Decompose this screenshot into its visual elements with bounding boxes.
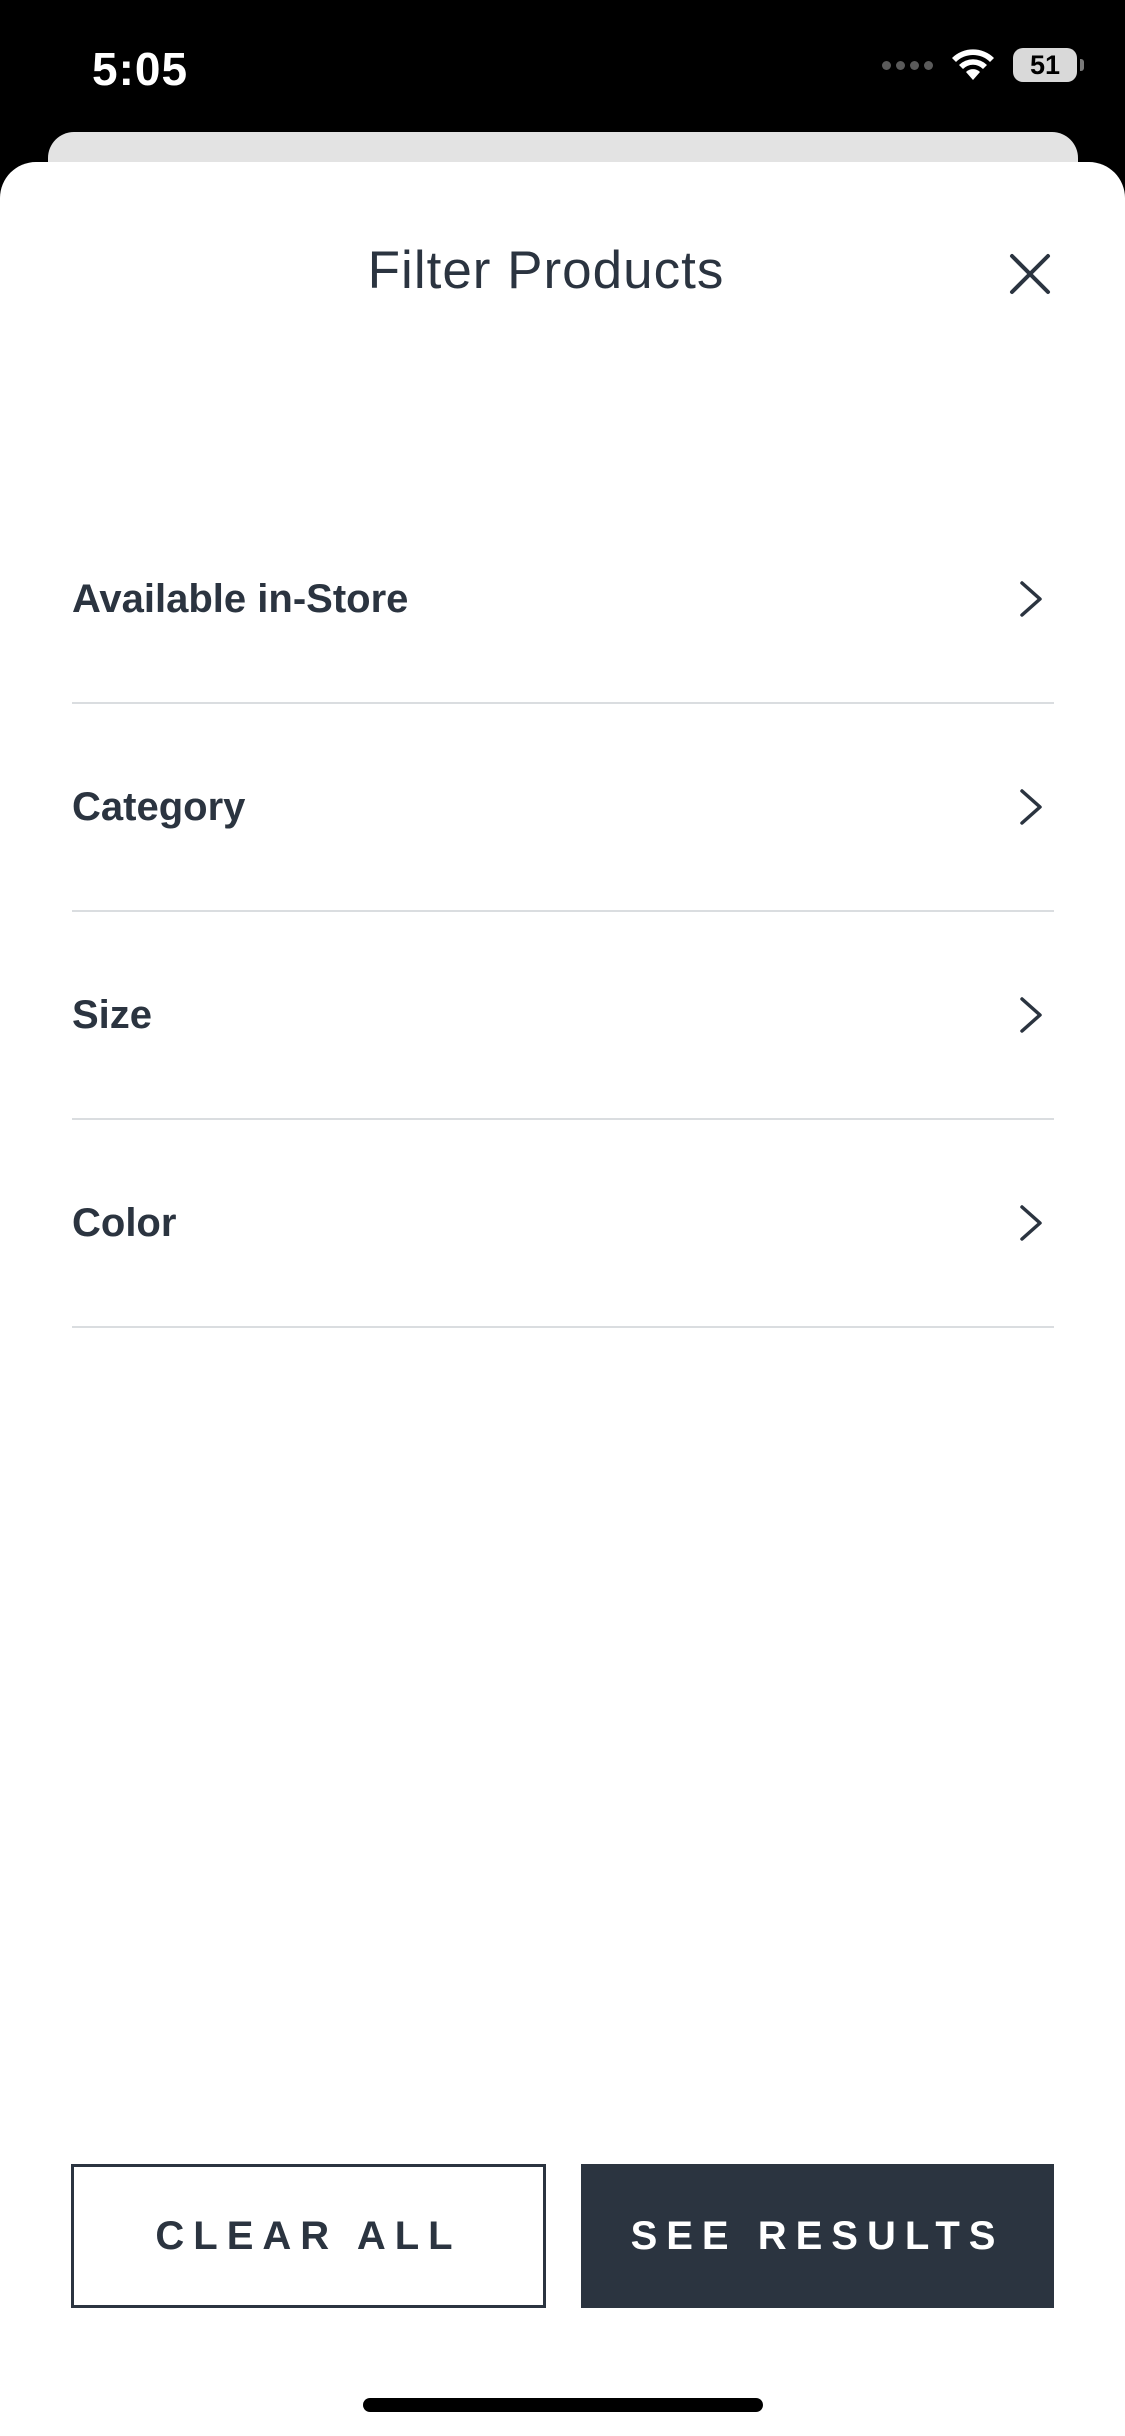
filter-label: Color xyxy=(72,1200,177,1245)
status-bar: 5:05 51 xyxy=(0,0,1125,130)
filter-row-available-in-store[interactable]: Available in-Store xyxy=(72,496,1054,704)
battery-icon: 51 xyxy=(1013,48,1084,82)
filter-label: Available in-Store xyxy=(72,576,409,621)
status-icons: 51 xyxy=(882,48,1084,82)
chevron-right-icon xyxy=(1020,789,1042,825)
close-icon xyxy=(1010,254,1050,294)
status-time: 5:05 xyxy=(92,43,189,95)
wifi-icon xyxy=(952,49,994,80)
page-title: Filter Products xyxy=(367,241,725,300)
see-results-button[interactable]: SEE RESULTS xyxy=(581,2164,1054,2308)
filter-label: Category xyxy=(72,784,246,829)
battery-level: 51 xyxy=(1029,49,1061,80)
signal-icon xyxy=(882,60,933,70)
filter-row-color[interactable]: Color xyxy=(72,1120,1054,1328)
filter-list: Available in-Store Category Size Color xyxy=(72,496,1054,1328)
filter-sheet: Filter Products Available in-Store Categ… xyxy=(0,162,1125,2436)
close-button[interactable] xyxy=(1000,244,1060,304)
clear-all-button[interactable]: CLEAR ALL xyxy=(71,2164,546,2308)
filter-row-size[interactable]: Size xyxy=(72,912,1054,1120)
filter-label: Size xyxy=(72,992,153,1037)
chevron-right-icon xyxy=(1020,581,1042,617)
chevron-right-icon xyxy=(1020,997,1042,1033)
filter-row-category[interactable]: Category xyxy=(72,704,1054,912)
chevron-right-icon xyxy=(1020,1205,1042,1241)
home-indicator[interactable] xyxy=(363,2398,763,2412)
